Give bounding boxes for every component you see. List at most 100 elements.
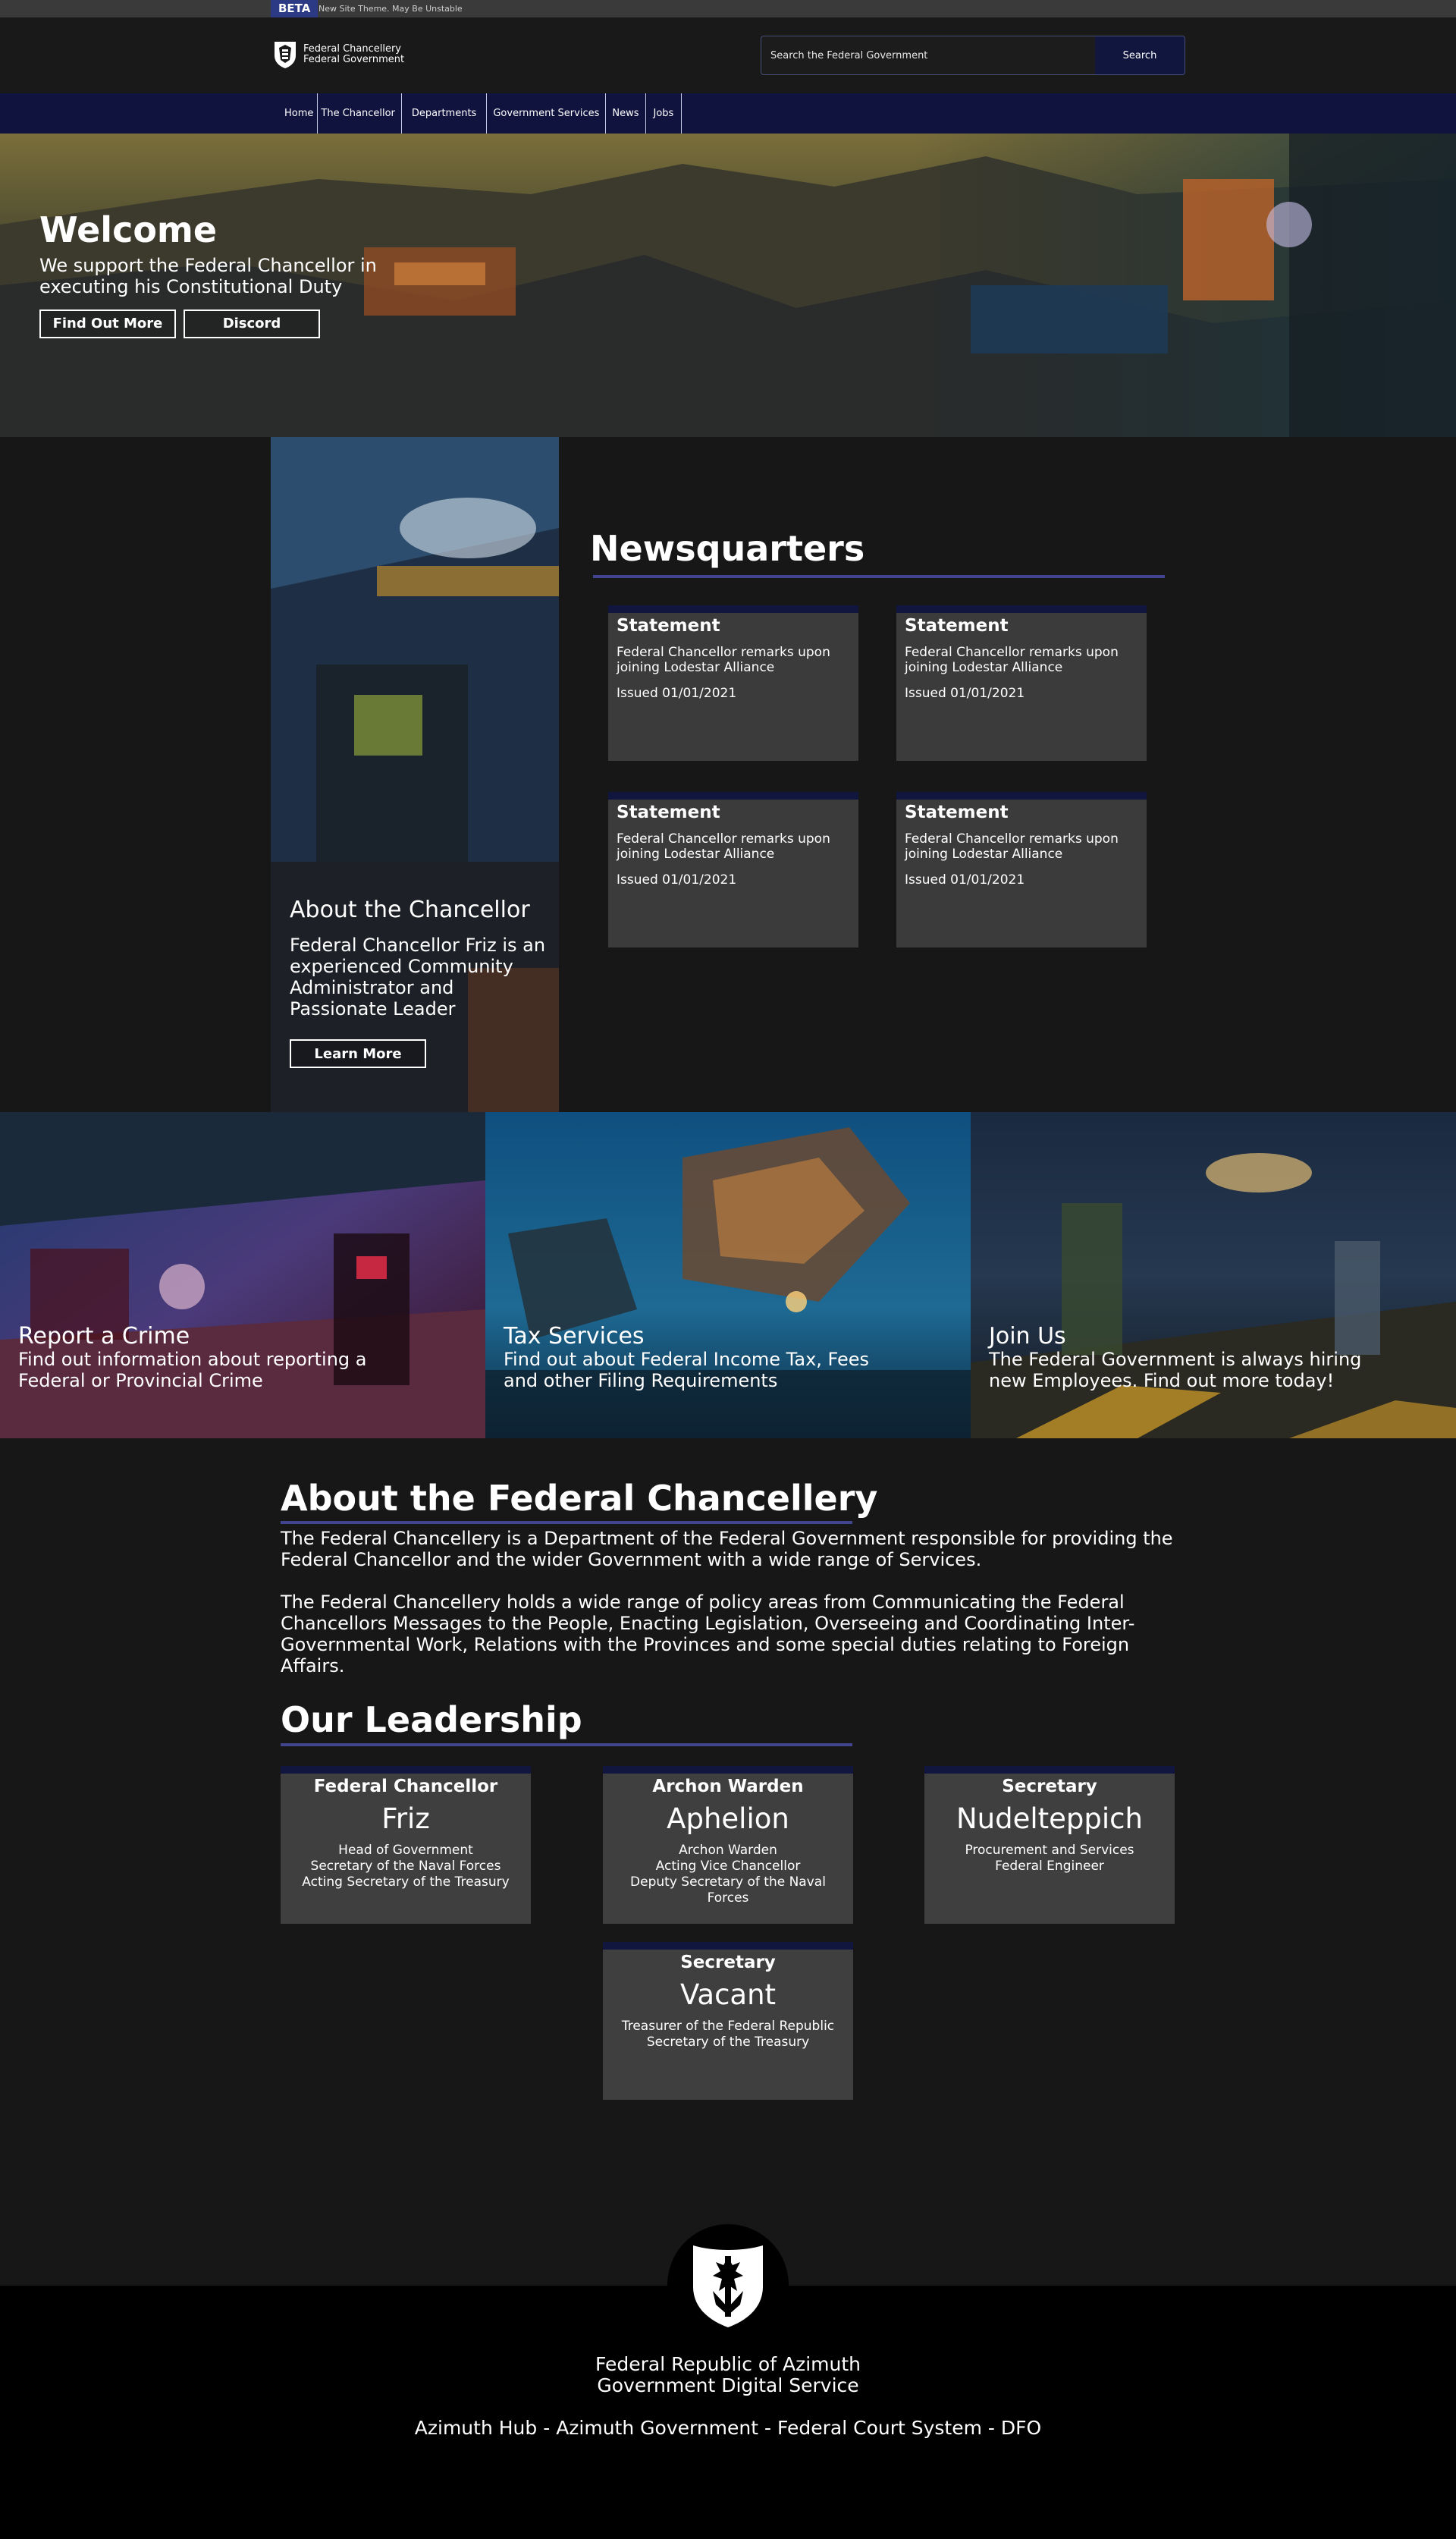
leader-card: Secretary Nudelteppich Procurement and S…	[924, 1766, 1175, 1924]
footer-separator: -	[758, 2417, 777, 2439]
newsquarters-title: Newsquarters	[590, 528, 865, 569]
nav-item-home[interactable]: Home	[281, 93, 318, 134]
search-input[interactable]	[761, 36, 1095, 74]
news-card[interactable]: Statement Federal Chancellor remarks upo…	[608, 605, 858, 761]
about-chancellery-title: About the Federal Chancellery	[281, 1478, 878, 1519]
leader-duty: Head of Government	[338, 1843, 473, 1858]
nav-item-the-chancellor[interactable]: The Chancellor	[318, 93, 402, 134]
leader-duty: Secretary of the Naval Forces	[310, 1859, 501, 1874]
chancellor-title: About the Chancellor	[290, 897, 530, 923]
footer-subtitle: Government Digital Service	[597, 2374, 859, 2396]
leader-card: Federal Chancellor Friz Head of Governme…	[281, 1766, 531, 1924]
leader-duty: Treasurer of the Federal Republic	[621, 2019, 835, 2034]
beta-text: New Site Theme. May Be Unstable	[318, 4, 463, 14]
leadership-title: Our Leadership	[281, 1699, 582, 1740]
footer-title: Federal Republic of Azimuth	[595, 2353, 861, 2375]
leader-duty: Secretary of the Treasury	[646, 2035, 810, 2050]
news-card-label: Statement	[905, 616, 1009, 636]
discord-button[interactable]: Discord	[184, 310, 320, 338]
crest-logo-icon	[275, 42, 296, 68]
news-card-date: Issued 01/01/2021	[617, 686, 737, 701]
leader-role: Secretary	[1002, 1777, 1097, 1796]
hero-title: Welcome	[39, 209, 218, 250]
tile-join-us[interactable]: Join Us The Federal Government is always…	[971, 1112, 1456, 1438]
logo-line-2: Federal Government	[303, 54, 405, 65]
tile-report-a-crime[interactable]: Report a Crime Find out information abou…	[0, 1112, 485, 1438]
search-button[interactable]: Search	[1095, 36, 1185, 74]
beta-banner: BETA New Site Theme. May Be Unstable	[0, 0, 1456, 17]
leader-duty: Archon Warden	[679, 1843, 777, 1858]
news-card-date: Issued 01/01/2021	[905, 686, 1025, 701]
about-chancellor-panel: About the Chancellor Federal Chancellor …	[271, 437, 559, 1112]
about-paragraph-1: The Federal Chancellery is a Department …	[281, 1528, 1173, 1570]
site-logo[interactable]: Federal Chancellery Federal Government	[273, 40, 404, 69]
footer-link-azimuth-government[interactable]: Azimuth Government	[556, 2417, 758, 2439]
tile-title: Tax Services	[504, 1323, 645, 1350]
chancellor-text: Federal Chancellor Friz is an experience…	[290, 935, 546, 1020]
find-out-more-button[interactable]: Find Out More	[39, 310, 176, 338]
leader-duty: Acting Secretary of the Treasury	[302, 1874, 510, 1890]
tile-text: Find out about Federal Income Tax, Fees …	[504, 1349, 870, 1391]
news-card[interactable]: Statement Federal Chancellor remarks upo…	[896, 605, 1147, 761]
hero-banner: Welcome We support the Federal Chancello…	[0, 134, 1456, 437]
footer-separator: -	[537, 2417, 557, 2439]
about-divider	[281, 1521, 852, 1524]
news-card-date: Issued 01/01/2021	[617, 872, 737, 888]
leader-name: Vacant	[679, 1978, 777, 2011]
footer-link-dfo[interactable]: DFO	[1001, 2417, 1041, 2439]
tile-text: Find out information about reporting a F…	[18, 1349, 367, 1391]
leader-duties: Archon Warden Acting Vice Chancellor Dep…	[603, 1843, 853, 1906]
leader-duties: Treasurer of the Federal Republic Secret…	[603, 2019, 853, 2050]
hero-subtitle: We support the Federal Chancellor in exe…	[39, 255, 377, 297]
service-tiles: Report a Crime Find out information abou…	[0, 1112, 1456, 1438]
newsquarters-divider	[593, 575, 1165, 578]
search-bar: Search	[761, 36, 1185, 75]
footer-link-azimuth-hub[interactable]: Azimuth Hub	[415, 2417, 537, 2439]
leader-duties: Head of Government Secretary of the Nava…	[281, 1843, 531, 1890]
page: BETA New Site Theme. May Be Unstable Fed…	[0, 0, 1456, 2539]
leader-name: Aphelion	[667, 1802, 789, 1835]
news-card[interactable]: Statement Federal Chancellor remarks upo…	[896, 792, 1147, 947]
main-nav: Home The Chancellor Departments Governme…	[0, 93, 1456, 134]
nav-item-government-services[interactable]: Government Services	[487, 93, 607, 134]
leader-role: Federal Chancellor	[313, 1777, 498, 1796]
logo-text: Federal Chancellery Federal Government	[303, 44, 404, 65]
leader-duties: Procurement and Services Federal Enginee…	[924, 1843, 1175, 1874]
leader-role: Archon Warden	[652, 1777, 804, 1796]
footer-separator: -	[981, 2417, 1001, 2439]
nav-items: Home The Chancellor Departments Governme…	[281, 93, 682, 134]
tile-title: Join Us	[989, 1323, 1066, 1350]
leader-duty: Procurement and Services	[965, 1843, 1134, 1858]
nav-item-jobs[interactable]: Jobs	[646, 93, 682, 134]
beta-tag: BETA	[271, 0, 318, 17]
leader-card: Archon Warden Aphelion Archon Warden Act…	[603, 1766, 853, 1924]
nav-item-departments[interactable]: Departments	[402, 93, 488, 134]
logo-line-1: Federal Chancellery	[303, 43, 401, 55]
news-card[interactable]: Statement Federal Chancellor remarks upo…	[608, 792, 858, 947]
nav-item-news[interactable]: News	[606, 93, 646, 134]
news-card-body: Federal Chancellor remarks upon joining …	[617, 831, 830, 862]
learn-more-button[interactable]: Learn More	[290, 1039, 426, 1068]
leader-duty: Deputy Secretary of the Naval Forces	[630, 1874, 826, 1906]
site-header: Federal Chancellery Federal Government S…	[0, 17, 1456, 93]
leadership-divider	[281, 1743, 852, 1746]
news-card-body: Federal Chancellor remarks upon joining …	[905, 645, 1119, 675]
leader-role: Secretary	[680, 1953, 776, 1972]
footer-link-federal-court-system[interactable]: Federal Court System	[777, 2417, 982, 2439]
footer-links: Azimuth Hub - Azimuth Government - Feder…	[0, 2417, 1456, 2439]
leader-duty: Acting Vice Chancellor	[655, 1859, 801, 1874]
leader-card: Secretary Vacant Treasurer of the Federa…	[603, 1942, 853, 2100]
federal-crest-icon	[693, 2245, 763, 2327]
news-card-label: Statement	[905, 803, 1009, 822]
leader-name: Friz	[381, 1802, 430, 1835]
news-card-body: Federal Chancellor remarks upon joining …	[617, 645, 830, 675]
news-card-date: Issued 01/01/2021	[905, 872, 1025, 888]
footer-crest	[667, 2224, 789, 2346]
tile-tax-services[interactable]: Tax Services Find out about Federal Inco…	[485, 1112, 971, 1438]
tile-title: Report a Crime	[18, 1323, 190, 1350]
news-card-label: Statement	[617, 616, 720, 636]
news-card-body: Federal Chancellor remarks upon joining …	[905, 831, 1119, 862]
tile-text: The Federal Government is always hiring …	[989, 1349, 1362, 1391]
leader-name: Nudelteppich	[956, 1802, 1143, 1835]
news-card-label: Statement	[617, 803, 720, 822]
